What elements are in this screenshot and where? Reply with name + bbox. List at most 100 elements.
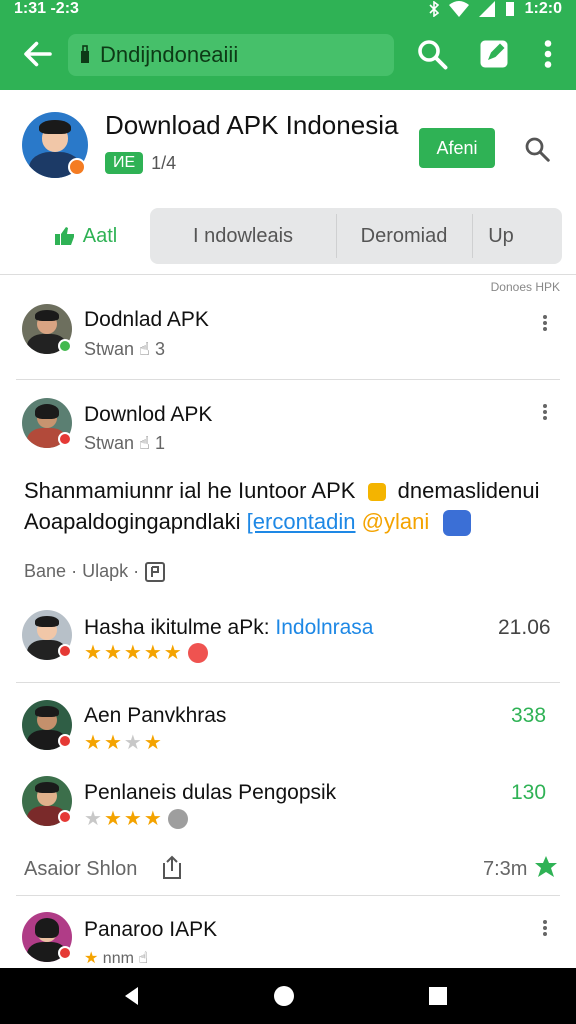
status-badge <box>58 810 72 824</box>
section-label: Asaior Shlon <box>24 858 138 880</box>
review-count: 21.06 <box>498 616 551 639</box>
divider <box>16 379 560 380</box>
review-count: 338 <box>511 704 547 727</box>
review-title-link[interactable]: Indolnrasa <box>275 616 373 639</box>
divider <box>16 682 560 683</box>
overflow-menu-icon[interactable] <box>530 36 566 72</box>
more-options-icon[interactable] <box>542 402 548 424</box>
body-text: Shanmamiunnr ial he Iuntoor APK <box>24 478 356 503</box>
like-count: 1 <box>155 433 166 453</box>
signal-icon <box>478 1 495 17</box>
page-title: Download APK Indonesia <box>105 110 399 140</box>
tab-downloads-label: I ndowleais <box>192 224 294 247</box>
post-sub: Stwan ☝ 1 <box>84 433 165 454</box>
status-time: 1:31 -2:3 <box>14 0 79 17</box>
rating-stars: ★ ★ ★ ★ ★ <box>84 643 208 663</box>
tab-download[interactable]: Deromiad <box>337 208 471 264</box>
review-title[interactable]: Aen Panvkhras <box>84 704 226 728</box>
star-icon: ★ <box>163 642 182 664</box>
tab-bar: Aatl I ndowleais Deromiad Up <box>0 206 576 266</box>
star-icon: ★ <box>84 642 102 664</box>
status-badge <box>58 946 72 960</box>
nav-recents-icon[interactable] <box>426 984 450 1008</box>
mention-link[interactable]: @ylani <box>362 509 430 534</box>
screen: { "status": { "time": "1:31 -2:3", "cloc… <box>0 0 576 1024</box>
emoji-icon <box>443 510 472 537</box>
status-badge <box>58 339 72 353</box>
search-icon[interactable] <box>414 36 450 72</box>
award-icon <box>167 809 188 829</box>
tab-up[interactable]: Up <box>473 208 529 264</box>
meta-count: 1/4 <box>151 152 177 173</box>
nav-back-icon[interactable] <box>120 984 144 1008</box>
star-icon: ★ <box>143 642 162 664</box>
status-badge <box>68 158 86 176</box>
status-clock-right: 1:2:0 <box>524 0 562 17</box>
status-icons: 1:2:0 <box>429 0 562 18</box>
separator: · <box>133 561 140 581</box>
more-options-icon[interactable] <box>542 313 548 335</box>
body-link[interactable]: [ercontadin <box>247 509 356 534</box>
section-time: 7:3m <box>483 858 528 880</box>
header-meta: ИЕ 1/4 <box>105 152 176 174</box>
edit-icon[interactable] <box>476 36 512 72</box>
like-icon[interactable]: ☝ <box>139 339 150 359</box>
review-count: 130 <box>511 781 547 804</box>
status-badge <box>58 432 72 446</box>
post-body-line: Shanmamiunnr ial he Iuntoor APK dnemasli… <box>24 478 540 504</box>
status-bar: 1:31 -2:3 1:2:0 <box>0 0 576 20</box>
separator: · <box>71 561 78 581</box>
divider <box>16 895 560 896</box>
post-sub: ★ nnm ☝ <box>84 948 148 968</box>
like-count: 3 <box>155 339 166 359</box>
star-icon: ★ <box>143 808 162 830</box>
star-icon: ★ <box>84 732 102 754</box>
award-icon <box>187 643 208 663</box>
tab-up-label: Up <box>488 224 514 247</box>
review-title[interactable]: Hasha ikitulme aPk: Indolnrasa <box>84 616 374 640</box>
footer-label[interactable]: Bane <box>24 561 66 581</box>
star-icon: ★ <box>123 732 142 754</box>
like-icon[interactable]: ☝ <box>138 950 148 967</box>
back-arrow-icon[interactable] <box>20 36 56 72</box>
review-title[interactable]: Penlaneis dulas Pengopsik <box>84 781 336 805</box>
url-field[interactable]: Dndijndoneaiii <box>68 34 394 76</box>
tab-active-label: Aatl <box>82 224 118 247</box>
post-title[interactable]: Downlod APK <box>84 403 212 427</box>
post-author: nnm <box>102 950 134 967</box>
tab-downloads[interactable]: I ndowleais <box>150 208 336 264</box>
like-icon[interactable]: ☝ <box>139 433 150 453</box>
tab-active[interactable]: Aatl <box>30 208 140 264</box>
status-badge <box>58 644 72 658</box>
system-nav-bar <box>0 968 576 1024</box>
leaf-icon[interactable] <box>533 854 559 880</box>
post-title[interactable]: Panaroo IAPK <box>84 918 217 942</box>
footer-label[interactable]: Ulapk <box>82 561 128 581</box>
star-icon: ★ <box>143 732 162 754</box>
share-icon[interactable] <box>160 855 184 881</box>
bluetooth-icon <box>429 1 439 17</box>
post-author: Stwan <box>84 339 135 359</box>
post-footer: Bane · Ulapk · <box>24 561 166 583</box>
more-options-icon[interactable] <box>542 918 548 940</box>
post-title[interactable]: Dodnlad APK <box>84 308 209 332</box>
search-icon[interactable] <box>522 134 552 164</box>
post-author: Stwan <box>84 433 135 453</box>
share-icon[interactable] <box>144 561 166 583</box>
nav-home-icon[interactable] <box>272 984 296 1008</box>
body-text: dnemaslidenui <box>397 478 540 503</box>
url-text: Dndijndoneaiii <box>100 42 239 67</box>
star-icon: ★ <box>123 808 142 830</box>
badge-pill: ИЕ <box>105 152 144 174</box>
rating-stars: ★ ★ ★ ★ <box>84 809 188 829</box>
star-icon: ★ <box>123 642 142 664</box>
star-icon: ★ <box>103 808 122 830</box>
tab-group: I ndowleais Deromiad Up <box>150 208 562 264</box>
channel-header: Download APK Indonesia ИЕ 1/4 Afeni <box>0 100 576 200</box>
body-text: Aoapaldogingapndlaki <box>24 509 241 534</box>
status-badge <box>58 734 72 748</box>
action-button[interactable]: Afeni <box>419 128 495 168</box>
browser-app-bar: Dndijndoneaiii <box>0 26 576 82</box>
star-icon: ★ <box>84 950 99 967</box>
sort-label[interactable]: Donoes HPK <box>491 280 560 294</box>
